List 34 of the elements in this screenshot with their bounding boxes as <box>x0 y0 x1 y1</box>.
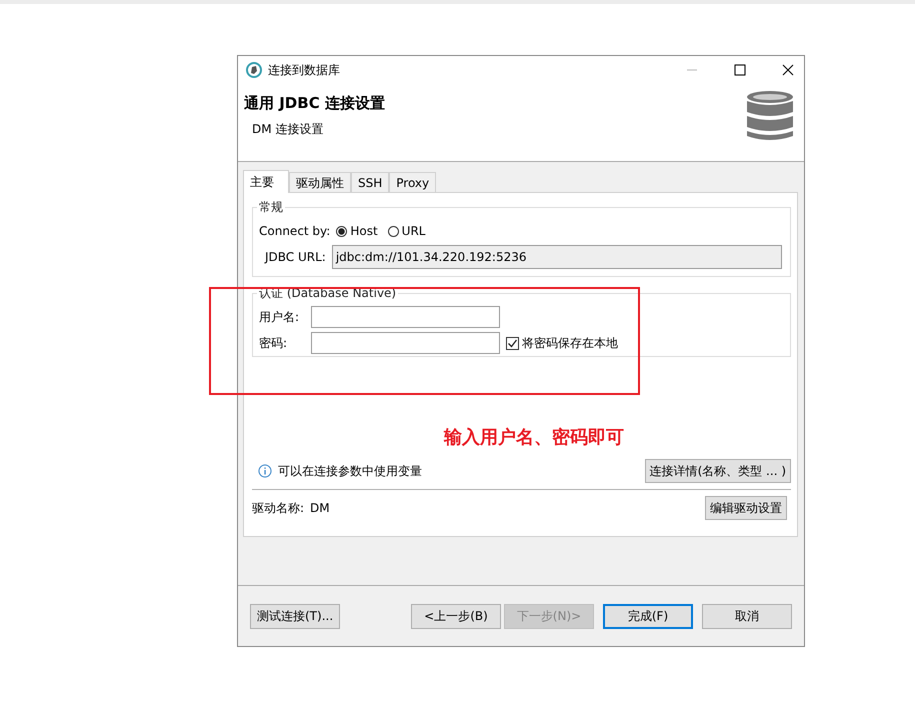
group-title: 常规 <box>258 199 284 216</box>
tab[interactable]: 主要 <box>243 170 289 193</box>
save-password-label[interactable]: 将密码保存在本地 <box>522 334 618 352</box>
jdbc-url-label: JDBC URL: <box>265 250 326 264</box>
info-icon <box>258 464 272 478</box>
username-label: 用户名: <box>259 308 300 326</box>
dialog-heading: 通用 JDBC 连接设置 <box>244 94 386 113</box>
database-icon <box>746 90 794 142</box>
connection-details-button[interactable]: 连接详情(名称、类型 ... ) <box>644 459 791 483</box>
tab[interactable]: SSH <box>351 172 390 192</box>
app-icon <box>246 62 262 78</box>
wizard-button[interactable]: 取消 <box>702 604 792 628</box>
dialog-subtitle: DM 连接设置 <box>252 121 324 138</box>
tab[interactable]: 驱动属性 <box>289 172 351 192</box>
maximize-icon[interactable] <box>734 64 746 76</box>
annotation-text: 输入用户名、密码即可 <box>444 426 625 449</box>
jdbc-url-field[interactable]: jdbc:dm://101.34.220.192:5236 <box>332 245 782 269</box>
password-field[interactable] <box>311 332 500 354</box>
info-text: 可以在连接参数中使用变量 <box>278 462 422 480</box>
radio-button[interactable]: URL <box>388 224 426 238</box>
wizard-button[interactable]: 完成(F) <box>603 604 693 628</box>
close-icon[interactable] <box>782 64 794 76</box>
edit-driver-button[interactable]: 编辑驱动设置 <box>705 496 787 520</box>
test-connection-button[interactable]: 测试连接(T)... <box>250 604 340 628</box>
radio-button[interactable]: Host <box>336 224 378 238</box>
window-title: 连接到数据库 <box>268 62 340 78</box>
tab[interactable]: Proxy <box>389 172 436 192</box>
wizard-button[interactable]: <上一步(B) <box>411 604 501 628</box>
password-label: 密码: <box>259 334 288 352</box>
username-field[interactable] <box>311 306 500 328</box>
driver-label: 驱动名称: <box>252 500 304 516</box>
connect-by-label: Connect by: <box>259 224 330 238</box>
driver-name: DM <box>310 501 330 515</box>
checkbox[interactable] <box>506 336 519 350</box>
